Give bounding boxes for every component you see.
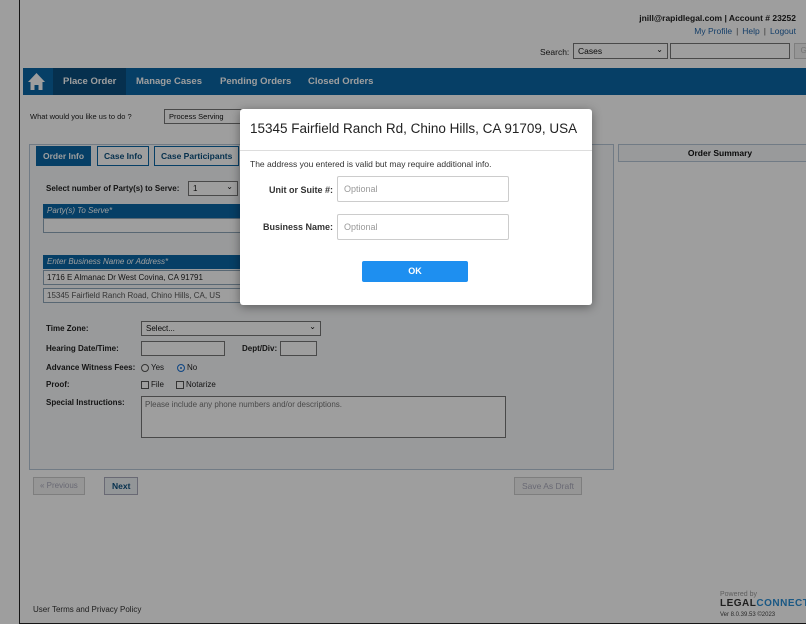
business-name-label: Business Name: (262, 222, 333, 232)
modal-title: 15345 Fairfield Ranch Rd, Chino Hills, C… (250, 121, 578, 136)
unit-input[interactable]: Optional (337, 176, 509, 202)
modal-message: The address you entered is valid but may… (250, 159, 492, 169)
modal-divider (240, 150, 592, 151)
address-modal: 15345 Fairfield Ranch Rd, Chino Hills, C… (240, 109, 592, 305)
modal-overlay (0, 0, 806, 624)
business-name-input[interactable]: Optional (337, 214, 509, 240)
ok-button[interactable]: OK (362, 261, 468, 282)
unit-label: Unit or Suite #: (268, 185, 333, 195)
